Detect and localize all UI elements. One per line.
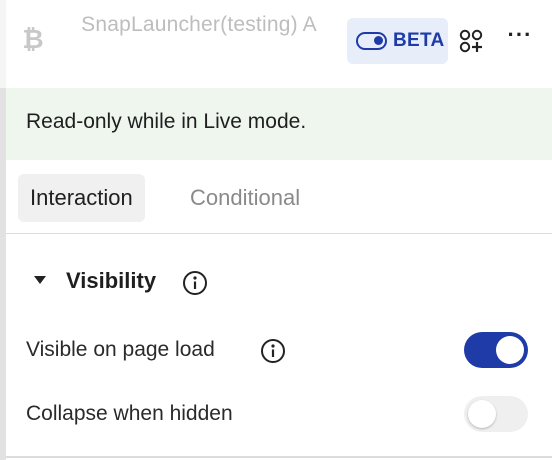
info-icon[interactable] <box>260 338 286 364</box>
switch-knob <box>468 400 496 428</box>
visible-on-page-load-label: Visible on page load <box>26 338 215 361</box>
tab-conditional[interactable]: Conditional <box>178 174 312 222</box>
caret-down-icon[interactable] <box>34 276 46 284</box>
tab-interaction[interactable]: Interaction <box>18 174 145 222</box>
component-title: SnapLauncher(testing) A <box>81 13 317 36</box>
panel-header: ₿ SnapLauncher(testing) A BETA ··· <box>6 0 552 80</box>
apps-plus-icon[interactable] <box>458 28 484 54</box>
visibility-section: Visibility Visible on page load Collapse… <box>6 236 552 460</box>
beta-toggle-button[interactable]: BETA <box>347 18 448 64</box>
bitcoin-icon: ₿ <box>22 24 44 54</box>
beta-label: BETA <box>393 30 445 51</box>
switch-knob <box>496 336 524 364</box>
live-mode-banner-text: Read-only while in Live mode. <box>26 110 307 133</box>
tab-bar: Interaction Conditional <box>6 160 552 234</box>
collapse-when-hidden-label: Collapse when hidden <box>26 402 233 425</box>
info-icon[interactable] <box>182 270 208 296</box>
visible-on-page-load-switch[interactable] <box>464 332 528 368</box>
section-title: Visibility <box>66 268 157 293</box>
more-horizontal-icon[interactable]: ··· <box>507 24 533 52</box>
divider <box>6 456 552 458</box>
toggle-icon <box>356 32 387 50</box>
collapse-when-hidden-switch[interactable] <box>464 396 528 432</box>
live-mode-banner: Read-only while in Live mode. <box>6 88 552 160</box>
